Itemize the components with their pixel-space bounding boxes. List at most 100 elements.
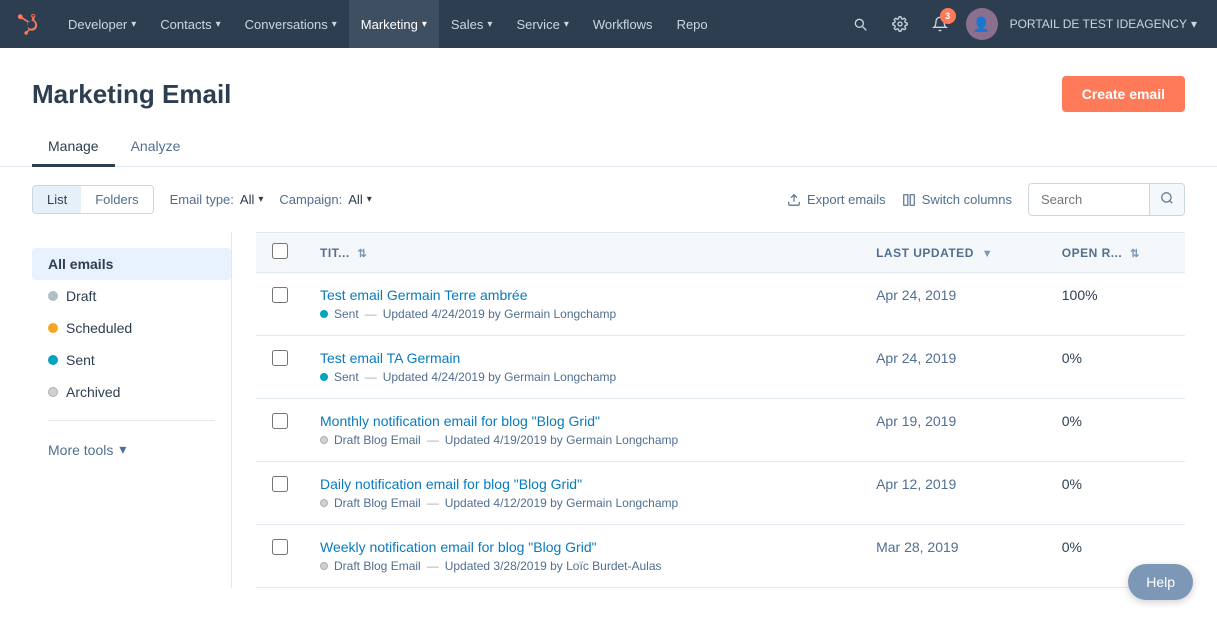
table-row: Weekly notification email for blog "Blog… [256, 525, 1185, 588]
email-updated: Updated 3/28/2019 by Loïc Burdet-Aulas [445, 559, 662, 573]
row-checkbox[interactable] [272, 287, 288, 303]
email-meta: Sent — Updated 4/24/2019 by Germain Long… [320, 307, 844, 321]
search-icon [1160, 191, 1174, 205]
switch-columns-button[interactable]: Switch columns [902, 192, 1012, 207]
sidebar-item-draft[interactable]: Draft [32, 280, 231, 312]
sidebar-item-archived[interactable]: Archived [32, 376, 231, 408]
chevron-down-icon: ▾ [367, 194, 372, 205]
hubspot-logo[interactable] [12, 6, 48, 42]
folders-toggle-button[interactable]: Folders [81, 186, 152, 213]
main-content: Marketing Email Create email Manage Anal… [0, 48, 1217, 624]
email-open-rate: 0% [1046, 336, 1185, 399]
list-folders-toggle: List Folders [32, 185, 154, 214]
settings-icon-button[interactable] [882, 6, 918, 42]
archived-dot [48, 387, 58, 397]
email-type-label: Email type: [170, 192, 234, 207]
nav-conversations[interactable]: Conversations ▾ [233, 0, 349, 48]
search-icon-button[interactable] [842, 6, 878, 42]
sort-icon: ⇅ [358, 248, 368, 260]
row-checkbox[interactable] [272, 539, 288, 555]
email-date: Apr 24, 2019 [860, 273, 1046, 336]
search-input[interactable] [1029, 185, 1149, 214]
chevron-down-icon: ▾ [131, 19, 136, 30]
chevron-down-icon: ▾ [119, 441, 126, 458]
row-checkbox[interactable] [272, 476, 288, 492]
header-last-updated[interactable]: LAST UPDATED ▼ [860, 233, 1046, 273]
table-row: Daily notification email for blog "Blog … [256, 462, 1185, 525]
nav-contacts[interactable]: Contacts ▾ [148, 0, 232, 48]
row-checkbox[interactable] [272, 350, 288, 366]
top-navigation: Developer ▾ Contacts ▾ Conversations ▾ M… [0, 0, 1217, 48]
export-emails-button[interactable]: Export emails [787, 192, 886, 207]
email-status: Sent [334, 370, 359, 384]
tab-manage[interactable]: Manage [32, 128, 115, 167]
status-dot [320, 499, 328, 507]
sort-icon: ▼ [982, 248, 993, 260]
chevron-down-icon: ▾ [332, 19, 337, 30]
email-type-select[interactable]: All ▾ [240, 192, 263, 207]
select-all-checkbox[interactable] [272, 243, 288, 259]
email-name[interactable]: Weekly notification email for blog "Blog… [320, 539, 844, 555]
sidebar-more-tools[interactable]: More tools ▾ [32, 433, 231, 466]
sidebar-item-all-emails[interactable]: All emails [32, 248, 231, 280]
status-dot [320, 436, 328, 444]
header-title[interactable]: TIT... ⇅ [304, 233, 860, 273]
draft-dot [48, 291, 58, 301]
campaign-filter: Campaign: All ▾ [279, 192, 371, 207]
campaign-select[interactable]: All ▾ [348, 192, 371, 207]
notification-badge: 3 [940, 8, 956, 24]
status-dot [320, 310, 328, 318]
email-date: Apr 24, 2019 [860, 336, 1046, 399]
nav-reports[interactable]: Repo [665, 0, 720, 48]
email-name[interactable]: Monthly notification email for blog "Blo… [320, 413, 844, 429]
create-email-button[interactable]: Create email [1062, 76, 1185, 112]
sidebar: All emails Draft Scheduled Sent Archived… [32, 232, 232, 588]
sidebar-divider [48, 420, 215, 421]
user-avatar[interactable]: 👤 [966, 8, 998, 40]
status-dot [320, 562, 328, 570]
nav-icons: 3 👤 PORTAIL DE TEST IDEAGENCY ▾ [842, 6, 1205, 42]
email-table-wrapper: TIT... ⇅ LAST UPDATED ▼ OPEN R... ⇅ [256, 232, 1185, 588]
email-date: Apr 19, 2019 [860, 399, 1046, 462]
table-row: Monthly notification email for blog "Blo… [256, 399, 1185, 462]
content-area: All emails Draft Scheduled Sent Archived… [0, 232, 1217, 588]
row-checkbox[interactable] [272, 413, 288, 429]
email-name[interactable]: Daily notification email for blog "Blog … [320, 476, 844, 492]
search-box [1028, 183, 1185, 216]
chevron-down-icon: ▾ [564, 19, 569, 30]
email-meta: Draft Blog Email — Updated 4/19/2019 by … [320, 433, 844, 447]
portal-name[interactable]: PORTAIL DE TEST IDEAGENCY ▾ [1002, 17, 1205, 31]
upload-icon [787, 193, 801, 207]
tab-analyze[interactable]: Analyze [115, 128, 197, 167]
email-open-rate: 0% [1046, 399, 1185, 462]
page-title: Marketing Email [32, 79, 231, 110]
email-type-filter: Email type: All ▾ [170, 192, 264, 207]
search-button[interactable] [1149, 184, 1184, 215]
nav-service[interactable]: Service ▾ [504, 0, 580, 48]
email-table-body: Test email Germain Terre ambrée Sent — U… [256, 273, 1185, 588]
header-open-rate[interactable]: OPEN R... ⇅ [1046, 233, 1185, 273]
sent-dot [48, 355, 58, 365]
columns-icon [902, 193, 916, 207]
status-dot [320, 373, 328, 381]
email-meta: Draft Blog Email — Updated 4/12/2019 by … [320, 496, 844, 510]
sidebar-item-scheduled[interactable]: Scheduled [32, 312, 231, 344]
tabs-bar: Manage Analyze [0, 112, 1217, 167]
sort-icon: ⇅ [1130, 248, 1140, 260]
nav-workflows[interactable]: Workflows [581, 0, 665, 48]
nav-marketing[interactable]: Marketing ▾ [349, 0, 439, 48]
email-meta: Draft Blog Email — Updated 3/28/2019 by … [320, 559, 844, 573]
nav-sales[interactable]: Sales ▾ [439, 0, 505, 48]
email-status: Draft Blog Email [334, 433, 421, 447]
chevron-down-icon: ▾ [258, 194, 263, 205]
email-status: Draft Blog Email [334, 496, 421, 510]
notifications-icon-button[interactable]: 3 [922, 6, 958, 42]
page-header: Marketing Email Create email [0, 48, 1217, 112]
sidebar-item-sent[interactable]: Sent [32, 344, 231, 376]
nav-developer[interactable]: Developer ▾ [56, 0, 148, 48]
email-name[interactable]: Test email TA Germain [320, 350, 844, 366]
email-name[interactable]: Test email Germain Terre ambrée [320, 287, 844, 303]
scheduled-dot [48, 323, 58, 333]
help-button[interactable]: Help [1128, 564, 1193, 600]
list-toggle-button[interactable]: List [33, 186, 81, 213]
